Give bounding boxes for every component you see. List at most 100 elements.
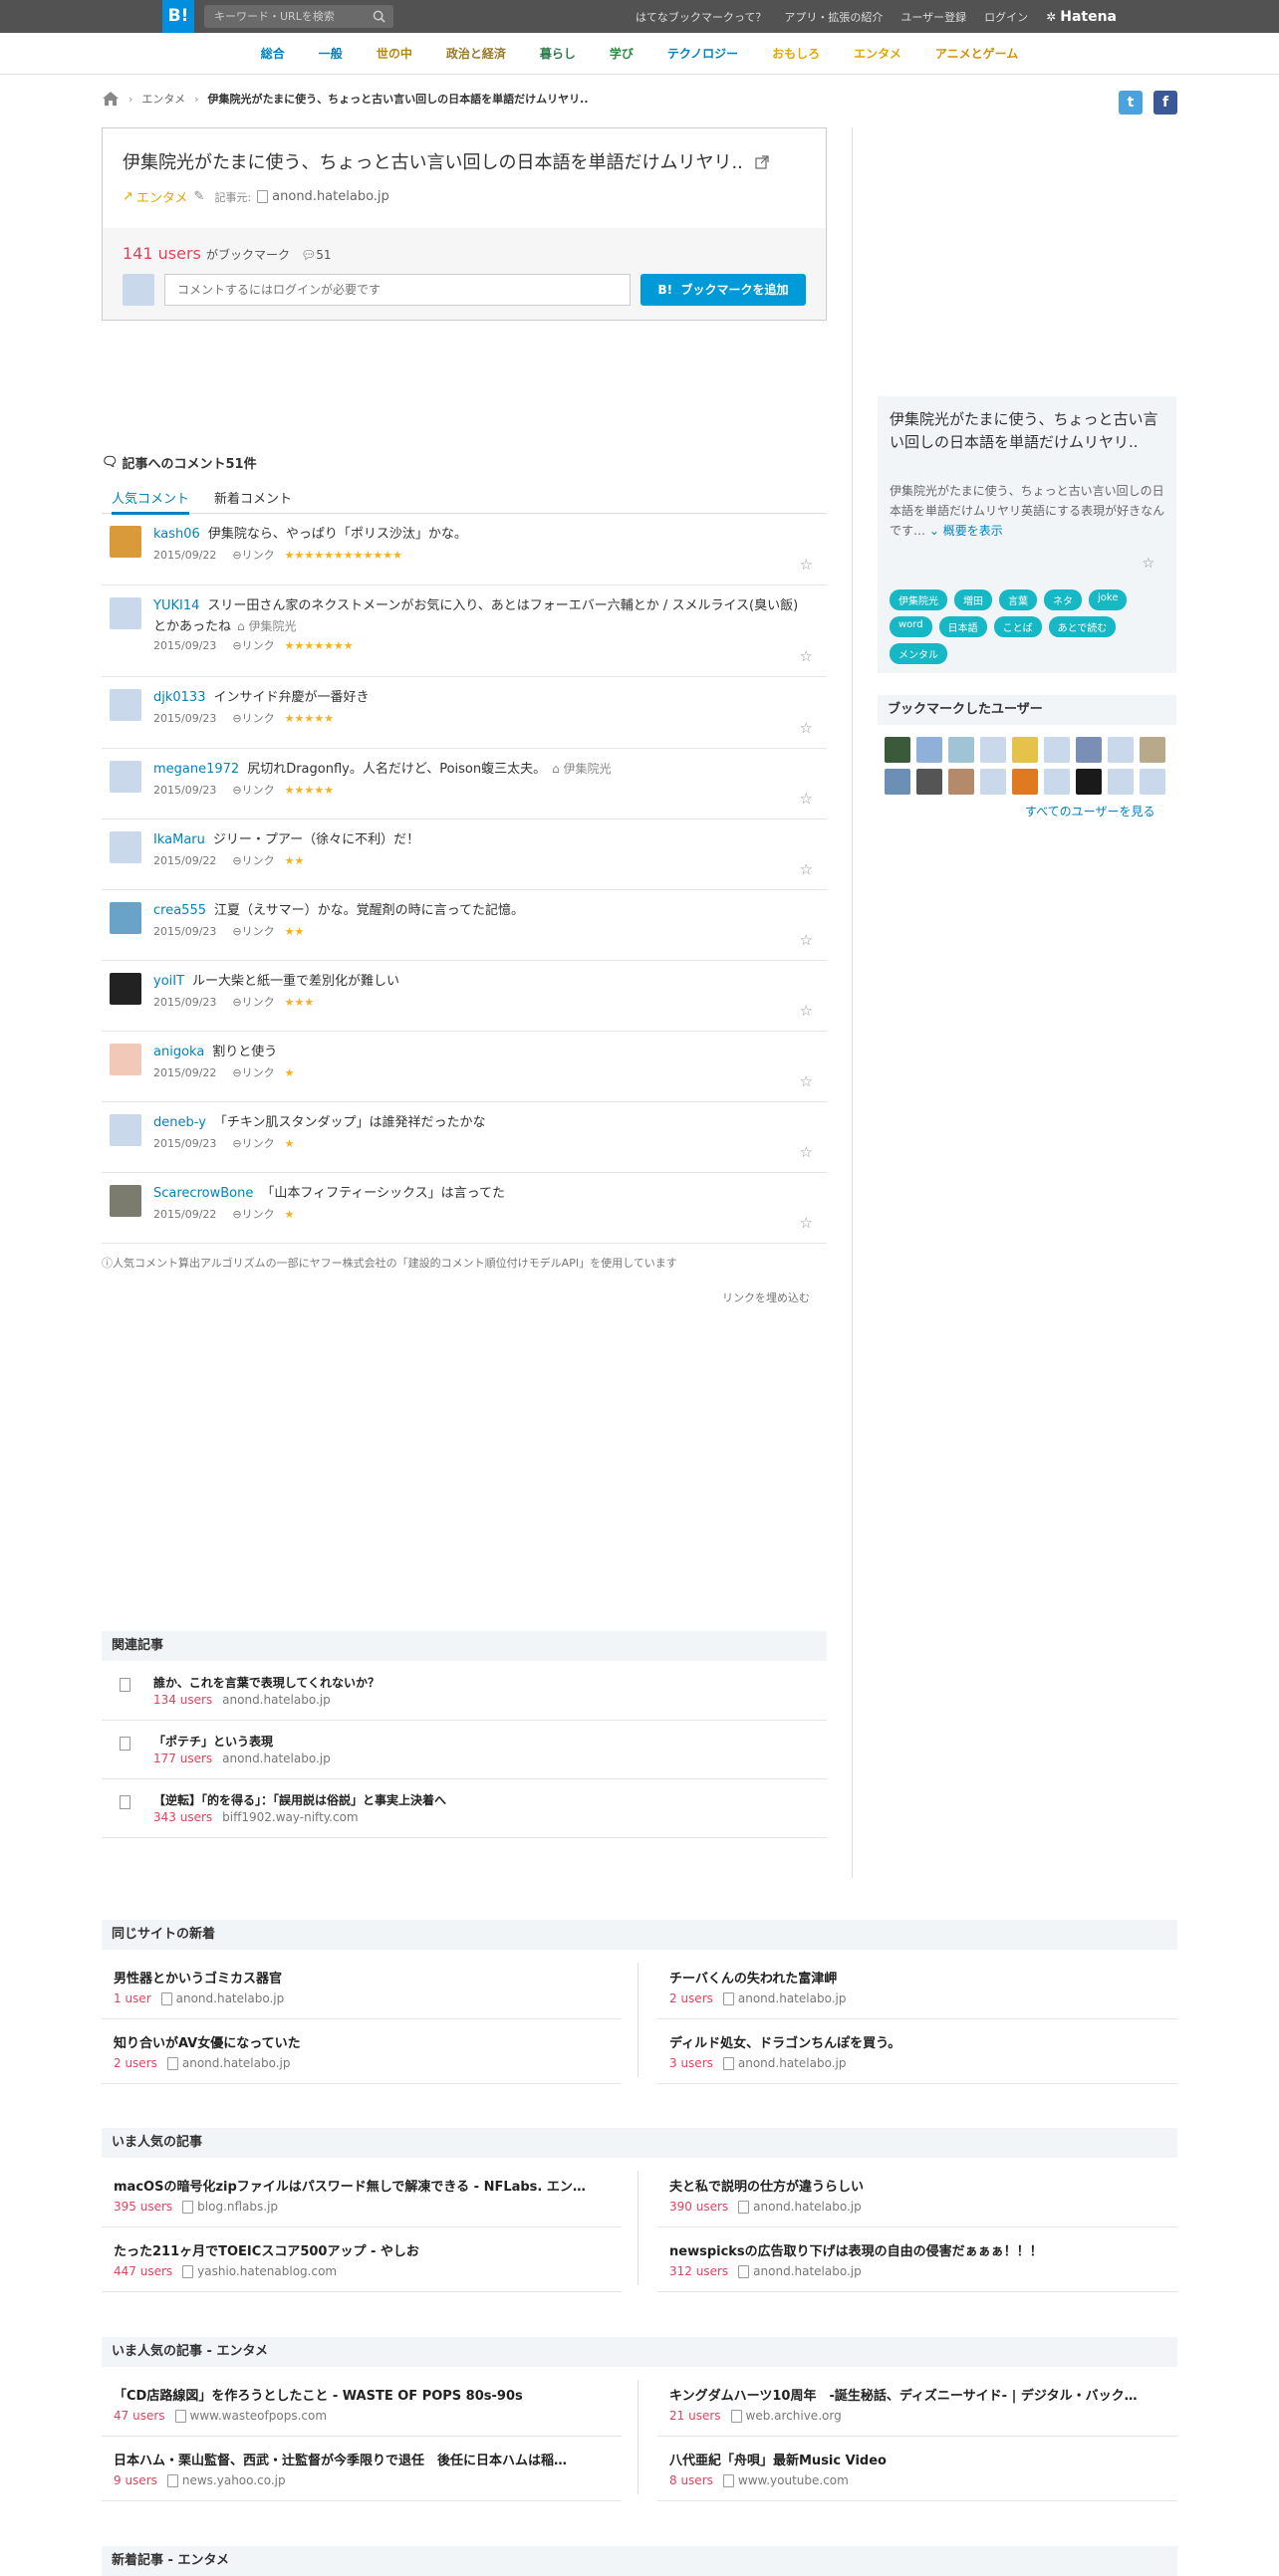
article-title[interactable]: 男性器とかいうゴミカス器官 (114, 1968, 612, 1987)
category-tab[interactable]: 一般 (319, 45, 343, 62)
avatar[interactable] (110, 831, 141, 863)
related-title[interactable]: 「ポテチ」という表現 (153, 1733, 273, 1750)
comment-link[interactable]: ⊖リンク (232, 1206, 274, 1222)
comment-link[interactable]: ⊖リンク (232, 782, 274, 798)
avatar[interactable] (1012, 737, 1038, 763)
comment-date[interactable]: 2015/09/23 (153, 925, 216, 938)
comment-stars[interactable]: ★ (285, 1208, 295, 1221)
avatar[interactable] (948, 737, 974, 763)
article-users[interactable]: 9 users (114, 2473, 157, 2487)
comment-username[interactable]: kash06 (153, 527, 200, 542)
comment-tag[interactable]: ⌂ 伊集院光 (552, 762, 611, 776)
comment-stars[interactable]: ★★ (285, 925, 305, 938)
comment-stars[interactable]: ★ (285, 1137, 295, 1150)
comment-date[interactable]: 2015/09/22 (153, 549, 216, 562)
category-tab[interactable]: テクノロジー (667, 45, 738, 62)
article-source[interactable]: anond.hatelabo.jp (738, 1991, 847, 2005)
external-link-icon[interactable] (755, 155, 769, 169)
article-users[interactable]: 395 users (114, 2200, 172, 2214)
apps-link[interactable]: アプリ・拡張の紹介 (784, 9, 883, 25)
comment-date[interactable]: 2015/09/23 (153, 1137, 216, 1150)
comment-link[interactable]: ⊖リンク (232, 1064, 274, 1080)
comment-username[interactable]: crea555 (153, 903, 206, 918)
comment-stars[interactable]: ★★★★★ (285, 712, 334, 725)
avatar[interactable] (110, 761, 141, 793)
avatar[interactable] (885, 737, 910, 763)
star-icon[interactable]: ☆ (1142, 556, 1154, 572)
facebook-share-button[interactable]: f (1153, 91, 1177, 115)
avatar[interactable] (916, 769, 942, 795)
article-source[interactable]: anond.hatelabo.jp (738, 2056, 847, 2070)
tag-chip[interactable]: 増田 (954, 589, 992, 610)
comment-link[interactable]: ⊖リンク (232, 994, 274, 1010)
avatar[interactable] (1044, 737, 1070, 763)
article-title[interactable]: キングダムハーツ10周年 -誕生秘話、ディズニーサイド- | デジタル・バック… (669, 2385, 1167, 2404)
avatar[interactable] (110, 1044, 141, 1075)
category-tab[interactable]: 学び (610, 45, 634, 62)
category-tab[interactable]: 世の中 (377, 45, 412, 62)
about-link[interactable]: はてなブックマークって？ (636, 9, 766, 25)
comment-username[interactable]: yoiIT (153, 974, 184, 989)
article-users[interactable]: 8 users (669, 2473, 713, 2487)
category-tab[interactable]: 暮らし (540, 45, 576, 62)
add-star-icon[interactable]: ☆ (800, 931, 813, 949)
all-users-link[interactable]: すべてのユーザーを見る (1025, 803, 1154, 820)
avatar[interactable] (980, 737, 1006, 763)
tag-chip[interactable]: あとで読む (1048, 616, 1117, 637)
add-star-icon[interactable]: ☆ (800, 1072, 813, 1090)
related-source[interactable]: anond.hatelabo.jp (222, 1693, 331, 1707)
avatar[interactable] (110, 689, 141, 721)
comment-date[interactable]: 2015/09/22 (153, 854, 216, 867)
article-source[interactable]: blog.nflabs.jp (197, 2200, 278, 2214)
avatar[interactable] (1140, 769, 1165, 795)
avatar[interactable] (1108, 737, 1134, 763)
related-source[interactable]: biff1902.way-nifty.com (222, 1810, 358, 1824)
tab-new-comments[interactable]: 新着コメント (214, 488, 292, 507)
tag-chip[interactable]: word (890, 616, 932, 637)
article-source[interactable]: www.wasteofpops.com (190, 2409, 328, 2423)
search-icon[interactable] (373, 10, 385, 23)
article-source[interactable]: web.archive.org (746, 2409, 842, 2423)
comment-link[interactable]: ⊖リンク (232, 637, 274, 653)
avatar[interactable] (885, 769, 910, 795)
related-source[interactable]: anond.hatelabo.jp (222, 1752, 331, 1765)
comment-username[interactable]: djk0133 (153, 690, 205, 705)
category-tab[interactable]: アニメとゲーム (935, 45, 1018, 62)
embed-link[interactable]: リンクを埋め込む (722, 1289, 810, 1305)
comment-input[interactable] (164, 274, 631, 306)
related-users[interactable]: 343 users (153, 1810, 212, 1824)
article-source[interactable]: www.youtube.com (738, 2473, 849, 2487)
article-source[interactable]: anond.hatelabo.jp (753, 2200, 862, 2214)
comment-date[interactable]: 2015/09/23 (153, 712, 216, 725)
comment-link[interactable]: ⊖リンク (232, 1135, 274, 1151)
tag-chip[interactable]: ネタ (1044, 589, 1082, 610)
avatar[interactable] (110, 1185, 141, 1217)
show-summary-link[interactable]: ⌄ 概要を表示 (929, 524, 1003, 538)
entry-source[interactable]: anond.hatelabo.jp (272, 189, 389, 204)
avatar[interactable] (1140, 737, 1165, 763)
tag-chip[interactable]: 日本語 (938, 616, 987, 637)
article-source[interactable]: anond.hatelabo.jp (753, 2264, 862, 2278)
comment-date[interactable]: 2015/09/23 (153, 639, 216, 652)
twitter-share-button[interactable]: t (1119, 91, 1143, 115)
summary-title[interactable]: 伊集院光がたまに使う、ちょっと古い言い回しの日本語を単語だけムリヤリ.. (890, 408, 1163, 454)
comment-username[interactable]: ScarecrowBone (153, 1186, 253, 1201)
avatar[interactable] (1108, 769, 1134, 795)
comment-stars[interactable]: ★★★★★ (285, 784, 334, 797)
article-users[interactable]: 47 users (114, 2409, 165, 2423)
related-title[interactable]: 誰か、これを言葉で表現してくれないか？ (153, 1674, 380, 1691)
comment-tag[interactable]: ⌂ 伊集院光 (237, 619, 296, 633)
article-users[interactable]: 2 users (669, 1991, 713, 2005)
login-link[interactable]: ログイン (984, 9, 1028, 25)
comment-stars[interactable]: ★ (285, 1066, 295, 1079)
related-users[interactable]: 134 users (153, 1693, 212, 1707)
avatar[interactable] (948, 769, 974, 795)
article-users[interactable]: 447 users (114, 2264, 172, 2278)
comment-link[interactable]: ⊖リンク (232, 852, 274, 868)
article-source[interactable]: anond.hatelabo.jp (182, 2056, 291, 2070)
register-link[interactable]: ユーザー登録 (900, 9, 966, 25)
article-title[interactable]: ディルド処女、ドラゴンちんぽを買う。 (669, 2032, 1167, 2051)
category-tab[interactable]: エンタメ (854, 45, 901, 62)
add-star-icon[interactable]: ☆ (800, 647, 813, 665)
edit-icon[interactable]: ✎ (194, 189, 205, 204)
